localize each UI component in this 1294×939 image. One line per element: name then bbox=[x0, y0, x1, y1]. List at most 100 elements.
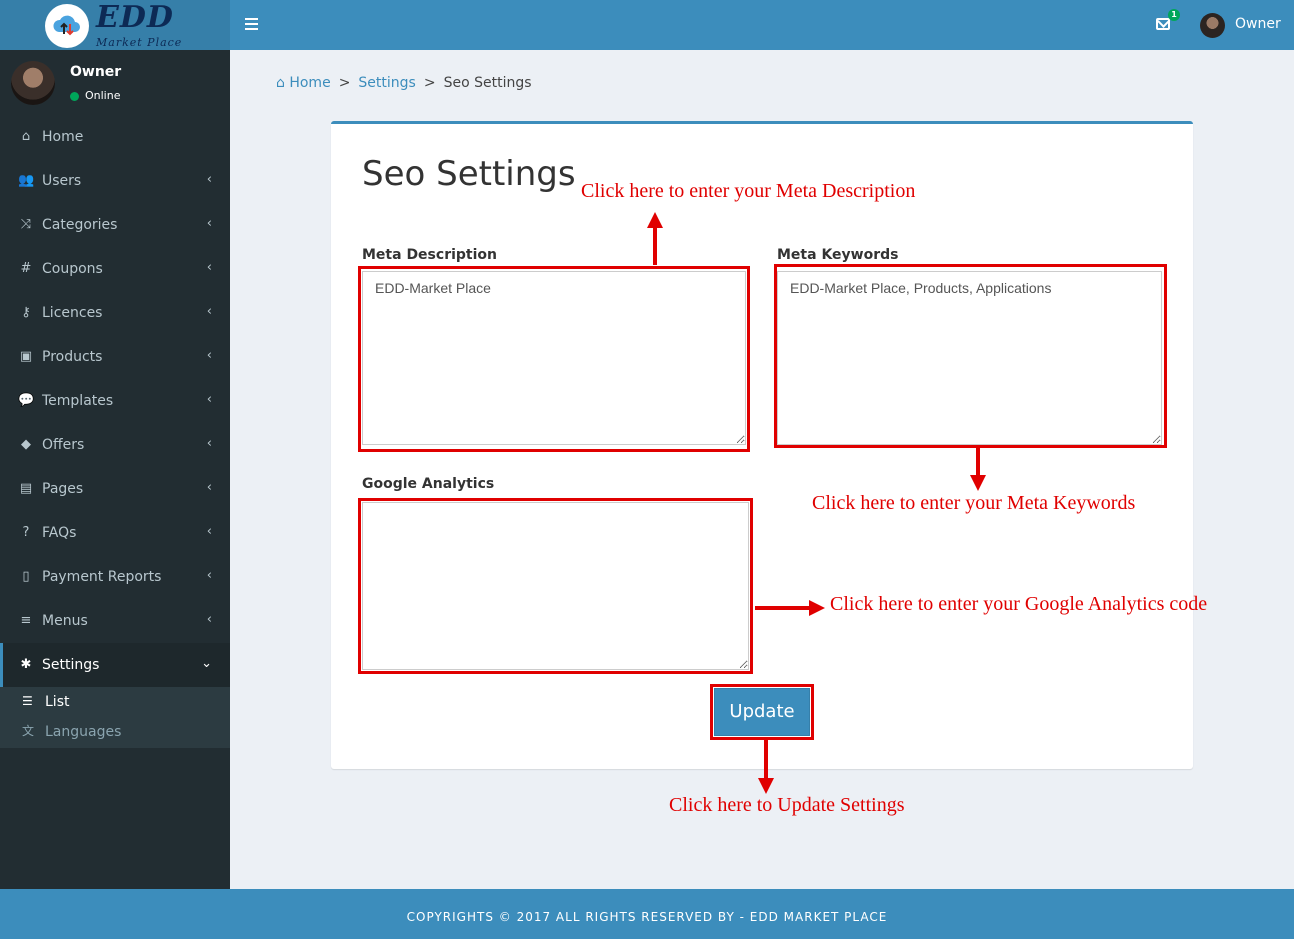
sidebar-item-home[interactable]: ⌂ Home bbox=[0, 115, 230, 159]
arrowhead-right-icon bbox=[809, 600, 825, 616]
google-analytics-label: Google Analytics bbox=[362, 476, 495, 492]
sidebar-item-label: Offers bbox=[42, 437, 85, 453]
cog-icon: ✱ bbox=[20, 657, 32, 672]
envelope-icon[interactable] bbox=[1156, 18, 1170, 30]
sidebar-item-licences[interactable]: ⚷ Licences ‹ bbox=[0, 291, 230, 335]
sidebar-item-settings[interactable]: ✱ Settings ⌄ bbox=[0, 643, 230, 687]
shopping-bag-icon: ▣ bbox=[19, 349, 33, 364]
breadcrumb-settings[interactable]: Settings bbox=[358, 75, 415, 91]
sidebar-item-products[interactable]: ▣ Products ‹ bbox=[0, 335, 230, 379]
google-analytics-field[interactable] bbox=[362, 502, 749, 670]
mail-count-badge: 1 bbox=[1168, 9, 1180, 21]
sidebar-username: Owner bbox=[70, 64, 122, 80]
sidebar-item-coupons[interactable]: # Coupons ‹ bbox=[0, 247, 230, 291]
chevron-left-icon: ‹ bbox=[206, 172, 212, 187]
seo-settings-box: Seo Settings Meta Description EDD-Market… bbox=[331, 121, 1193, 769]
breadcrumb: ⌂ Home > Settings > Seo Settings bbox=[276, 75, 532, 91]
footer: COPYRIGHTS © 2017 ALL RIGHTS RESERVED BY… bbox=[0, 889, 1294, 939]
meta-keywords-field[interactable]: EDD-Market Place, Products, Applications bbox=[777, 271, 1162, 445]
language-icon: 文 bbox=[22, 724, 35, 738]
meta-description-field[interactable]: EDD-Market Place bbox=[362, 271, 746, 445]
hamburger-icon[interactable] bbox=[245, 18, 258, 30]
chevron-left-icon: ‹ bbox=[206, 260, 212, 275]
arrow-down-icon bbox=[976, 447, 980, 475]
annotation-meta-keywords: Click here to enter your Meta Keywords bbox=[812, 492, 1136, 514]
sidebar-item-offers[interactable]: ◆ Offers ‹ bbox=[0, 423, 230, 467]
arrow-up-icon bbox=[653, 225, 657, 265]
random-icon: ⤨ bbox=[20, 217, 32, 232]
annotation-meta-description: Click here to enter your Meta Descriptio… bbox=[581, 180, 916, 202]
online-status-text: Online bbox=[85, 89, 121, 102]
sidebar-item-faqs[interactable]: ? FAQs ‹ bbox=[0, 511, 230, 555]
arrowhead-up-icon bbox=[647, 212, 663, 228]
sidebar-item-payment-reports[interactable]: ▯ Payment Reports ‹ bbox=[0, 555, 230, 599]
sidebar-menu: ⌂ Home 👥 Users ‹ ⤨ Categories ‹ # Coupons ‹ ⚷ Li… bbox=[0, 115, 230, 748]
chevron-left-icon: ‹ bbox=[206, 480, 212, 495]
sidebar-item-label: Payment Reports bbox=[42, 569, 162, 585]
submenu-item-label: Languages bbox=[45, 724, 122, 740]
sidebar-item-menus[interactable]: ≡ Menus ‹ bbox=[0, 599, 230, 643]
sidebar-item-categories[interactable]: ⤨ Categories ‹ bbox=[0, 203, 230, 247]
breadcrumb-separator: > bbox=[338, 75, 351, 91]
question-icon: ? bbox=[22, 525, 30, 540]
comment-icon: 💬 bbox=[18, 393, 35, 408]
sidebar-item-label: Licences bbox=[42, 305, 103, 321]
hashtag-icon: # bbox=[20, 261, 32, 276]
annotation-update: Click here to Update Settings bbox=[669, 794, 905, 816]
file-text-icon: ▤ bbox=[19, 481, 33, 496]
sidebar-item-label: Templates bbox=[42, 393, 114, 409]
top-navbar: 1 Owner bbox=[230, 0, 1294, 50]
chevron-left-icon: ‹ bbox=[206, 304, 212, 319]
sidebar: Owner Online ⌂ Home 👥 Users ‹ ⤨ Categories ‹ … bbox=[0, 50, 230, 889]
submenu-item-label: List bbox=[45, 694, 70, 710]
sidebar-item-label: Products bbox=[42, 349, 103, 365]
sidebar-item-label: Pages bbox=[42, 481, 84, 497]
sidebar-item-label: Menus bbox=[42, 613, 88, 629]
logo-title: EDD bbox=[96, 0, 174, 35]
cloud-logo-icon bbox=[45, 4, 89, 48]
arrowhead-down-icon bbox=[970, 475, 986, 491]
home-icon: ⌂ bbox=[276, 75, 290, 91]
avatar bbox=[11, 61, 55, 105]
arrowhead-down-icon bbox=[758, 778, 774, 794]
update-button[interactable]: Update bbox=[714, 688, 810, 736]
chevron-down-icon: ⌄ bbox=[201, 656, 212, 671]
sidebar-item-pages[interactable]: ▤ Pages ‹ bbox=[0, 467, 230, 511]
breadcrumb-home-label: Home bbox=[289, 75, 331, 91]
logo-subtitle: Market Place bbox=[96, 36, 183, 49]
online-status-icon bbox=[70, 92, 79, 101]
tags-icon: ◆ bbox=[21, 437, 31, 452]
avatar[interactable] bbox=[1200, 13, 1225, 38]
breadcrumb-current: Seo Settings bbox=[443, 75, 532, 91]
breadcrumb-home[interactable]: ⌂ Home bbox=[276, 75, 331, 91]
page-title: Seo Settings bbox=[362, 154, 576, 194]
meta-keywords-label: Meta Keywords bbox=[777, 247, 899, 263]
submenu-item-languages[interactable]: 文 Languages bbox=[0, 717, 230, 747]
chevron-left-icon: ‹ bbox=[206, 392, 212, 407]
chevron-left-icon: ‹ bbox=[206, 612, 212, 627]
user-panel: Owner Online bbox=[0, 50, 230, 116]
bars-icon: ≡ bbox=[20, 613, 32, 628]
users-icon: 👥 bbox=[18, 173, 35, 188]
sidebar-item-label: Home bbox=[42, 129, 84, 145]
sidebar-item-label: Categories bbox=[42, 217, 118, 233]
submenu-item-list[interactable]: ☰ List bbox=[0, 687, 230, 717]
arrow-down-icon bbox=[764, 740, 768, 778]
arrow-right-icon bbox=[755, 606, 809, 610]
logo-area[interactable]: EDD Market Place bbox=[0, 0, 230, 50]
file-icon: ▯ bbox=[22, 569, 30, 584]
chevron-left-icon: ‹ bbox=[206, 568, 212, 583]
chevron-left-icon: ‹ bbox=[206, 524, 212, 539]
sidebar-item-label: Coupons bbox=[42, 261, 103, 277]
settings-submenu: ☰ List 文 Languages bbox=[0, 687, 230, 748]
key-icon: ⚷ bbox=[21, 305, 31, 320]
sidebar-item-label: Settings bbox=[42, 657, 100, 673]
annotation-google-analytics: Click here to enter your Google Analytic… bbox=[830, 593, 1208, 615]
chevron-left-icon: ‹ bbox=[206, 436, 212, 451]
breadcrumb-separator: > bbox=[423, 75, 436, 91]
sidebar-item-templates[interactable]: 💬 Templates ‹ bbox=[0, 379, 230, 423]
user-menu-name[interactable]: Owner bbox=[1235, 16, 1281, 32]
sidebar-item-users[interactable]: 👥 Users ‹ bbox=[0, 159, 230, 203]
sidebar-item-label: Users bbox=[42, 173, 82, 189]
chevron-left-icon: ‹ bbox=[206, 348, 212, 363]
